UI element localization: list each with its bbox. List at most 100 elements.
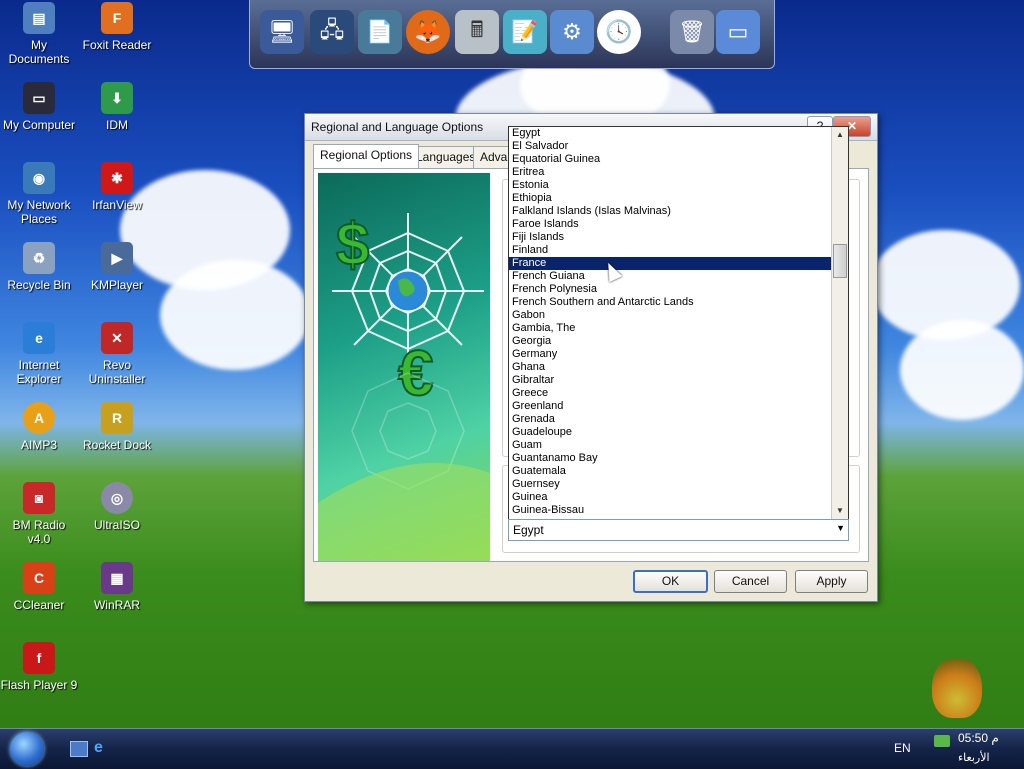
svg-text:$: $ [336,211,369,278]
location-dropdown-list[interactable]: Egypt El Salvador Equatorial Guinea Erit… [508,126,849,521]
network-tray-icon[interactable] [934,735,950,747]
svg-text:€: € [398,337,434,409]
currency-web-icon: $ € [318,210,490,561]
scroll-down-arrow-icon[interactable]: ▼ [832,503,848,519]
location-option[interactable]: Greenland [509,400,831,413]
location-option[interactable]: Germany [509,348,831,361]
my-computer-dock-icon[interactable]: 🖥 [260,10,304,54]
location-option[interactable]: Guinea [509,491,831,504]
location-option[interactable]: Equatorial Guinea [509,153,831,166]
rocketdock-icon: R [101,402,133,434]
language-indicator[interactable]: EN [894,741,911,755]
revo-icon: ✕ [101,322,133,354]
calculator-dock-icon[interactable]: 🖩 [455,10,499,54]
clock-dock-icon[interactable]: 🕓 [597,10,641,54]
idm-icon: ⬇ [101,82,133,114]
desktop-icon-irfanview[interactable]: ✱ IrfanView [78,162,156,212]
location-option[interactable]: Grenada [509,413,831,426]
ccleaner-icon: C [23,562,55,594]
tab-languages[interactable]: Languages [409,146,483,168]
aimp-icon: A [23,402,55,434]
location-option[interactable]: Greece [509,387,831,400]
winrar-icon: ▦ [101,562,133,594]
scroll-thumb[interactable] [833,244,847,278]
location-option[interactable]: El Salvador [509,140,831,153]
network-dock-icon[interactable]: 🖧 [310,10,354,54]
desktop-icon-flash-player[interactable]: f Flash Player 9 [0,642,78,692]
ok-button[interactable]: OK [633,570,708,593]
desktop-icon-revo-uninstaller[interactable]: ✕ Revo Uninstaller [78,322,156,386]
desktop-icon-my-documents[interactable]: ▤ My Documents [0,2,78,66]
location-options: Egypt El Salvador Equatorial Guinea Erit… [509,127,831,517]
desktop-icon-aimp3[interactable]: A AIMP3 [0,402,78,452]
recycle-bin-dock-icon[interactable]: 🗑 [670,10,714,54]
clock-time[interactable]: 05:50 م [958,731,999,745]
location-option[interactable]: Falkland Islands (Islas Malvinas) [509,205,831,218]
ie-quicklaunch-icon[interactable]: e [94,739,112,757]
location-option[interactable]: French Guiana [509,270,831,283]
desktop-icon-recycle-bin[interactable]: ♻ Recycle Bin [0,242,78,292]
desktop-icon-internet-explorer[interactable]: e Internet Explorer [0,322,78,386]
location-option[interactable]: Guam [509,439,831,452]
location-option[interactable]: Gambia, The [509,322,831,335]
location-option[interactable]: Eritrea [509,166,831,179]
notepad-dock-icon[interactable]: 📝 [503,10,547,54]
flame-logo-icon [932,656,982,718]
desktop-icon-idm[interactable]: ⬇ IDM [78,82,156,132]
location-option[interactable]: Estonia [509,179,831,192]
location-option-selected[interactable]: France [509,257,831,270]
cancel-button[interactable]: Cancel [714,570,787,593]
documents-dock-icon[interactable]: 📄 [358,10,402,54]
window-title: Regional and Language Options [311,120,484,134]
ie-icon: e [23,322,55,354]
location-option[interactable]: Guatemala [509,465,831,478]
location-option[interactable]: Egypt [509,127,831,140]
control-panel-dock-icon[interactable]: ⚙ [550,10,594,54]
flash-icon: f [23,642,55,674]
folder-docs-icon: ▤ [23,2,55,34]
desktop-dock-icon[interactable]: ▭ [716,10,760,54]
location-option[interactable]: Ghana [509,361,831,374]
desktop-icon-foxit-reader[interactable]: F Foxit Reader [78,2,156,52]
desktop-icon-my-network-places[interactable]: ◉ My Network Places [0,162,78,226]
foxit-icon: F [101,2,133,34]
location-option[interactable]: French Southern and Antarctic Lands [509,296,831,309]
apply-button[interactable]: Apply [795,570,868,593]
location-option[interactable]: Gabon [509,309,831,322]
desktop-icon-kmplayer[interactable]: ▶ KMPlayer [78,242,156,292]
list-scrollbar[interactable]: ▲ ▼ [831,127,848,520]
regional-art-image: $ € [318,173,490,561]
location-option[interactable]: Ethiopia [509,192,831,205]
clock-day: الأربعاء [958,752,990,764]
location-option[interactable]: Guadeloupe [509,426,831,439]
network-icon: ◉ [23,162,55,194]
desktop-icon-winrar[interactable]: ▦ WinRAR [78,562,156,612]
recycle-bin-icon: ♻ [23,242,55,274]
start-button-windows-icon[interactable] [10,732,44,766]
scroll-up-arrow-icon[interactable]: ▲ [832,127,848,143]
radio-icon: ◙ [23,482,55,514]
tab-regional-options[interactable]: Regional Options [313,144,420,168]
chevron-down-icon[interactable]: ▼ [836,523,845,533]
location-combobox-value: Egypt [513,523,544,537]
location-option[interactable]: Guantanamo Bay [509,452,831,465]
desktop-icon-ultraiso[interactable]: ◎ UltraISO [78,482,156,532]
location-option[interactable]: Finland [509,244,831,257]
desktop-icon-bm-radio[interactable]: ◙ BM Radio v4.0 [0,482,78,546]
location-option[interactable]: Guernsey [509,478,831,491]
desktop-icon-ccleaner[interactable]: C CCleaner [0,562,78,612]
location-option[interactable]: Faroe Islands [509,218,831,231]
location-combobox[interactable]: Egypt ▼ [508,519,849,541]
taskbar: e EN 05:50 م الأربعاء [0,728,1024,769]
location-option[interactable]: Georgia [509,335,831,348]
location-option[interactable]: Fiji Islands [509,231,831,244]
show-desktop-icon[interactable] [70,741,88,757]
desktop-icon-my-computer[interactable]: ▭ My Computer [0,82,78,132]
location-option[interactable]: French Polynesia [509,283,831,296]
location-option[interactable]: Gibraltar [509,374,831,387]
monitor-icon: ▭ [23,82,55,114]
desktop-icons: ▤ My Documents F Foxit Reader ▭ My Compu… [0,0,170,720]
firefox-dock-icon[interactable]: 🦊 [406,10,450,54]
desktop-icon-rocket-dock[interactable]: R Rocket Dock [78,402,156,452]
location-option[interactable]: Guinea-Bissau [509,504,831,517]
